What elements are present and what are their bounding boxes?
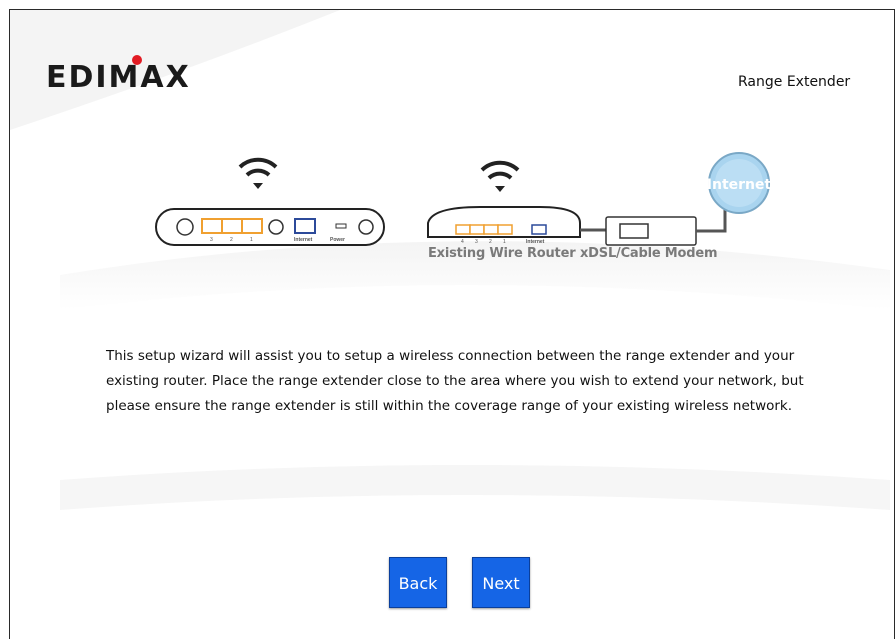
existing-router-device: 4 3 2 1 Internet (427, 206, 581, 245)
router-port-3: 3 (475, 239, 478, 245)
network-diagram: 3 2 1 Internet Power 4 3 2 1 Internet In… (155, 152, 772, 246)
port-label-internet: Internet (294, 237, 313, 243)
background-swoosh (10, 10, 890, 510)
router-port-1: 1 (503, 239, 506, 245)
intro-text: This setup wizard will assist you to set… (106, 348, 804, 414)
port-label-3: 3 (210, 237, 213, 243)
back-button[interactable]: Back (389, 557, 447, 608)
next-button[interactable]: Next (472, 557, 530, 608)
router-port-2: 2 (489, 239, 492, 245)
svg-text:EDIMAX: EDIMAX (46, 60, 191, 93)
wizard-frame: EDIMAX Range Extender 3 2 1 Internet Pow… (9, 9, 895, 639)
product-name: Range Extender (738, 74, 851, 90)
modem-device (605, 216, 697, 246)
port-label-2: 2 (230, 237, 233, 243)
wifi-icon (238, 157, 278, 189)
range-extender-device: 3 2 1 Internet Power (155, 208, 385, 246)
edimax-logo: EDIMAX (46, 53, 226, 98)
port-label-1: 1 (250, 237, 253, 243)
router-caption: Existing Wire Router (428, 246, 576, 261)
modem-caption: xDSL/Cable Modem (580, 246, 718, 261)
port-label-power: Power (330, 237, 345, 243)
router-port-4: 4 (461, 239, 464, 245)
router-port-internet: Internet (526, 239, 545, 245)
internet-globe-icon: Internet (707, 152, 772, 214)
svg-text:Internet: Internet (707, 177, 772, 193)
wifi-icon (480, 160, 520, 192)
